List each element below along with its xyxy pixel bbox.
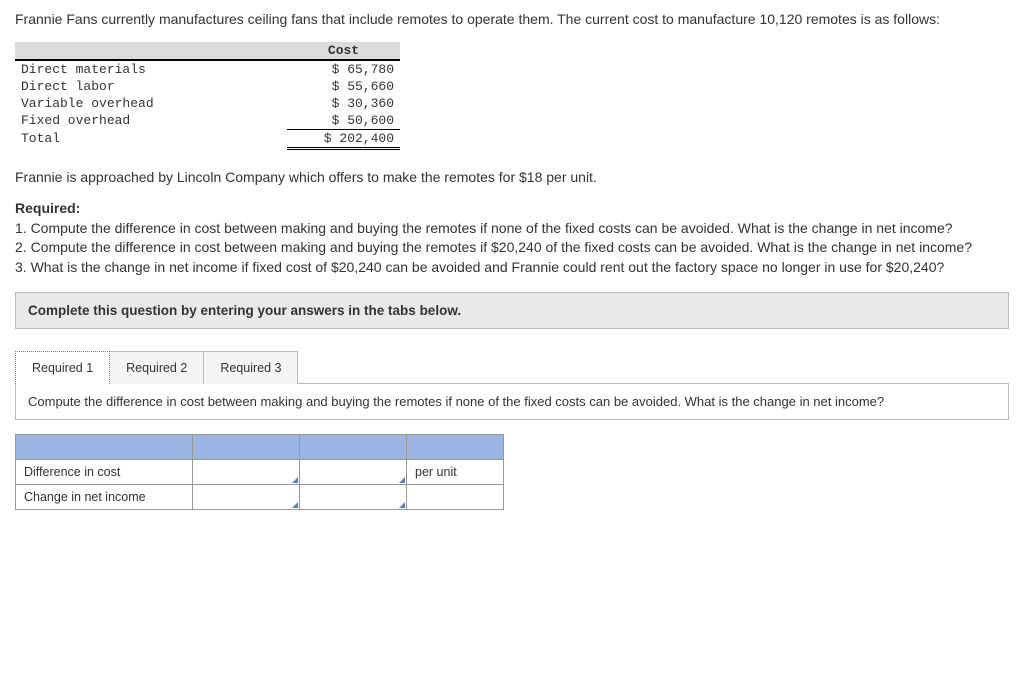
- instruction-bar: Complete this question by entering your …: [15, 292, 1009, 329]
- cost-row: Variable overhead $ 30,360: [15, 95, 400, 112]
- input-marker-icon: [399, 477, 405, 483]
- cost-amount: $ 50,600: [287, 112, 400, 130]
- change-amount-input[interactable]: [300, 484, 407, 509]
- answer-header-blank-3: [300, 434, 407, 459]
- cost-label: Direct labor: [15, 78, 287, 95]
- cost-header-cost: Cost: [287, 42, 400, 60]
- answer-row-label: Difference in cost: [16, 459, 193, 484]
- problem-intro: Frannie Fans currently manufactures ceil…: [15, 10, 1009, 30]
- cost-label: Direct materials: [15, 60, 287, 78]
- cost-row: Fixed overhead $ 50,600: [15, 112, 400, 130]
- answer-row-change: Change in net income: [16, 484, 504, 509]
- answer-table: Difference in cost per unit Change in ne…: [15, 434, 504, 510]
- change-select-input[interactable]: [193, 484, 300, 509]
- answer-header-blank-1: [16, 434, 193, 459]
- tab-required-2[interactable]: Required 2: [110, 351, 204, 384]
- tab-panel-required-1: Compute the difference in cost between m…: [15, 383, 1009, 420]
- answer-header-blank-2: [193, 434, 300, 459]
- answer-header-blank-4: [407, 434, 504, 459]
- cost-amount: $ 55,660: [287, 78, 400, 95]
- input-marker-icon: [292, 502, 298, 508]
- cost-table: Cost Direct materials $ 65,780 Direct la…: [15, 42, 400, 150]
- blank-cell: [407, 484, 504, 509]
- cost-total-label: Total: [15, 129, 287, 148]
- cost-total-amount: $ 202,400: [287, 129, 400, 148]
- answer-row-difference: Difference in cost per unit: [16, 459, 504, 484]
- panel-prompt: Compute the difference in cost between m…: [28, 394, 884, 409]
- difference-perunit-input[interactable]: [300, 459, 407, 484]
- required-item-3: 3. What is the change in net income if f…: [15, 259, 944, 275]
- cost-header-blank: [15, 42, 287, 60]
- cost-label: Variable overhead: [15, 95, 287, 112]
- required-block: Required: 1. Compute the difference in c…: [15, 199, 1009, 277]
- cost-row: Direct labor $ 55,660: [15, 78, 400, 95]
- cost-row: Direct materials $ 65,780: [15, 60, 400, 78]
- cost-amount: $ 30,360: [287, 95, 400, 112]
- per-unit-label: per unit: [407, 459, 504, 484]
- required-heading: Required:: [15, 200, 80, 216]
- input-marker-icon: [399, 502, 405, 508]
- approach-text: Frannie is approached by Lincoln Company…: [15, 168, 1009, 188]
- tabs-row: Required 1 Required 2 Required 3: [15, 351, 1009, 384]
- cost-label: Fixed overhead: [15, 112, 287, 130]
- cost-amount: $ 65,780: [287, 60, 400, 78]
- required-item-1: 1. Compute the difference in cost betwee…: [15, 220, 953, 236]
- tab-required-3[interactable]: Required 3: [204, 351, 298, 384]
- input-marker-icon: [292, 477, 298, 483]
- required-item-2: 2. Compute the difference in cost betwee…: [15, 239, 972, 255]
- answer-row-label: Change in net income: [16, 484, 193, 509]
- difference-amount-input[interactable]: [193, 459, 300, 484]
- cost-total-row: Total $ 202,400: [15, 129, 400, 148]
- tab-required-1[interactable]: Required 1: [15, 351, 110, 384]
